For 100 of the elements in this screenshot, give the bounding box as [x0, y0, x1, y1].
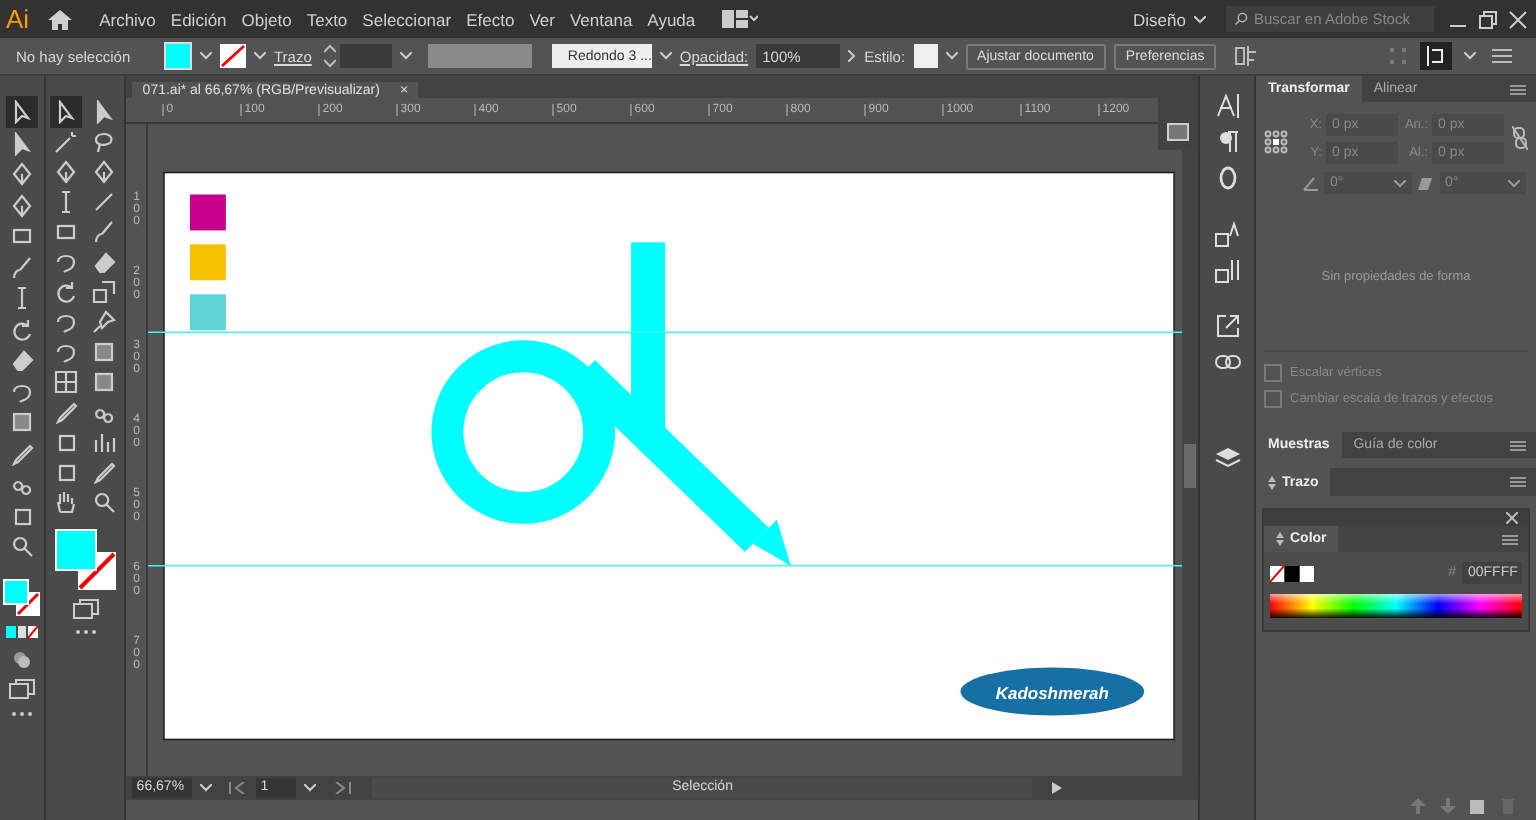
eraser-icon[interactable] — [9, 348, 34, 372]
arrow-icon[interactable] — [54, 100, 79, 124]
rectangle-icon[interactable] — [54, 220, 79, 244]
brush-icon[interactable] — [92, 220, 117, 244]
last-page-icon[interactable] — [332, 782, 353, 794]
square-icon[interactable] — [54, 460, 79, 484]
caret-icon[interactable] — [200, 52, 212, 60]
dropper-icon[interactable] — [9, 441, 34, 465]
dropper-icon[interactable] — [92, 460, 117, 484]
play-icon[interactable] — [1052, 782, 1065, 794]
zoom-icon[interactable] — [9, 534, 34, 558]
pen-icon[interactable] — [92, 160, 117, 184]
stroke-swatch[interactable] — [220, 44, 246, 68]
close-icon[interactable] — [1506, 7, 1530, 31]
link-icon[interactable] — [1512, 126, 1528, 150]
pen-icon[interactable] — [9, 162, 34, 186]
list-icon[interactable] — [1492, 48, 1512, 64]
menu-item[interactable]: Edición — [170, 9, 227, 29]
style-swatch[interactable] — [913, 44, 938, 68]
menu-item[interactable]: Objeto — [241, 9, 292, 29]
more-icon[interactable] — [9, 709, 34, 717]
close-icon[interactable] — [1506, 512, 1518, 524]
square-icon[interactable] — [54, 430, 79, 454]
menu-item[interactable]: Efecto — [466, 9, 515, 29]
shear-icon — [1417, 175, 1433, 191]
menu-item[interactable]: Seleccionar — [362, 9, 452, 29]
menu-item[interactable]: Ver — [529, 9, 555, 29]
pen-icon[interactable] — [9, 193, 34, 217]
workspace-menu[interactable]: Diseño — [1133, 9, 1186, 29]
fill-swatch[interactable] — [164, 42, 192, 70]
caret-icon[interactable] — [659, 52, 672, 60]
screen-mode-icon[interactable] — [7, 678, 36, 702]
scale-icon[interactable] — [92, 280, 117, 304]
new-icon[interactable] — [1470, 798, 1486, 814]
caret-icon[interactable] — [399, 52, 412, 60]
pen-icon[interactable] — [54, 160, 79, 184]
menu-icon[interactable] — [1510, 439, 1526, 451]
rotate-icon[interactable] — [9, 317, 34, 341]
layout-icon[interactable] — [722, 10, 759, 28]
arrow-icon[interactable] — [9, 100, 34, 124]
panel-icon[interactable] — [1166, 122, 1191, 142]
align-icon[interactable] — [1420, 42, 1452, 70]
color-square — [190, 244, 227, 281]
menu-icon[interactable] — [1502, 533, 1518, 545]
hand-icon[interactable] — [54, 490, 79, 514]
square-icon[interactable] — [9, 503, 34, 527]
layers-icon[interactable] — [1213, 444, 1242, 472]
gradient-icon[interactable] — [92, 340, 117, 364]
draw-mode-icon[interactable] — [9, 647, 34, 671]
menu-item[interactable]: Ayuda — [647, 9, 696, 29]
eraser-icon[interactable] — [92, 250, 117, 274]
gradient-icon[interactable] — [92, 370, 117, 394]
zoom-icon[interactable] — [92, 490, 117, 514]
styles-icon[interactable] — [1213, 220, 1242, 248]
reference-point-icon[interactable] — [1264, 130, 1288, 154]
color-spectrum[interactable] — [1270, 594, 1522, 618]
restore-icon[interactable] — [1476, 7, 1500, 31]
first-page-icon[interactable] — [228, 782, 249, 794]
menu-item[interactable]: Ventana — [569, 9, 633, 29]
color-swatches-icon[interactable] — [1270, 565, 1314, 581]
arrange-icon[interactable] — [1232, 44, 1261, 68]
caret-icon[interactable] — [1194, 15, 1206, 23]
fill-stroke-icon[interactable] — [1, 577, 42, 617]
rectangle-icon[interactable] — [9, 224, 34, 248]
menu-item[interactable]: Texto — [306, 9, 348, 29]
chart-icon[interactable] — [92, 430, 117, 454]
color-mode-icon[interactable] — [5, 624, 38, 640]
brush-icon[interactable] — [9, 255, 34, 279]
home-icon[interactable] — [47, 9, 72, 29]
more-icon[interactable] — [73, 628, 98, 636]
screen-mode-icon[interactable] — [71, 598, 100, 622]
caret-icon[interactable] — [1464, 52, 1476, 60]
chevron-icon[interactable] — [848, 50, 857, 62]
app-logo: Ai — [6, 4, 30, 34]
menu-icon[interactable] — [1510, 476, 1526, 488]
caret-icon[interactable] — [945, 52, 958, 60]
caret-icon[interactable] — [200, 784, 213, 792]
menu-icon[interactable] — [1510, 83, 1526, 95]
styles-icon[interactable] — [1213, 256, 1242, 284]
caret-icon[interactable] — [254, 52, 266, 60]
line-icon[interactable] — [92, 190, 117, 214]
rotate-icon[interactable] — [54, 280, 79, 304]
caret-icon[interactable] — [304, 784, 317, 792]
variable-width-field[interactable] — [427, 44, 532, 68]
menu-item[interactable]: Archivo — [99, 9, 156, 29]
arrow-icon[interactable] — [92, 100, 117, 124]
collapse-icon[interactable] — [1268, 475, 1276, 489]
export-icon[interactable] — [1213, 312, 1242, 340]
fill-stroke-icon[interactable] — [53, 528, 118, 592]
color-square — [190, 194, 227, 231]
gradient-icon[interactable] — [9, 410, 34, 434]
wand-icon[interactable] — [54, 130, 79, 154]
pin-icon[interactable] — [92, 310, 117, 334]
stroke-weight-field[interactable] — [339, 44, 392, 68]
grid-icon[interactable] — [54, 370, 79, 394]
collapse-icon[interactable] — [1276, 532, 1284, 546]
dropper-icon[interactable] — [54, 400, 79, 424]
spinner-icon[interactable] — [323, 44, 336, 68]
arrow-icon[interactable] — [9, 131, 34, 155]
lasso-icon[interactable] — [92, 130, 117, 154]
